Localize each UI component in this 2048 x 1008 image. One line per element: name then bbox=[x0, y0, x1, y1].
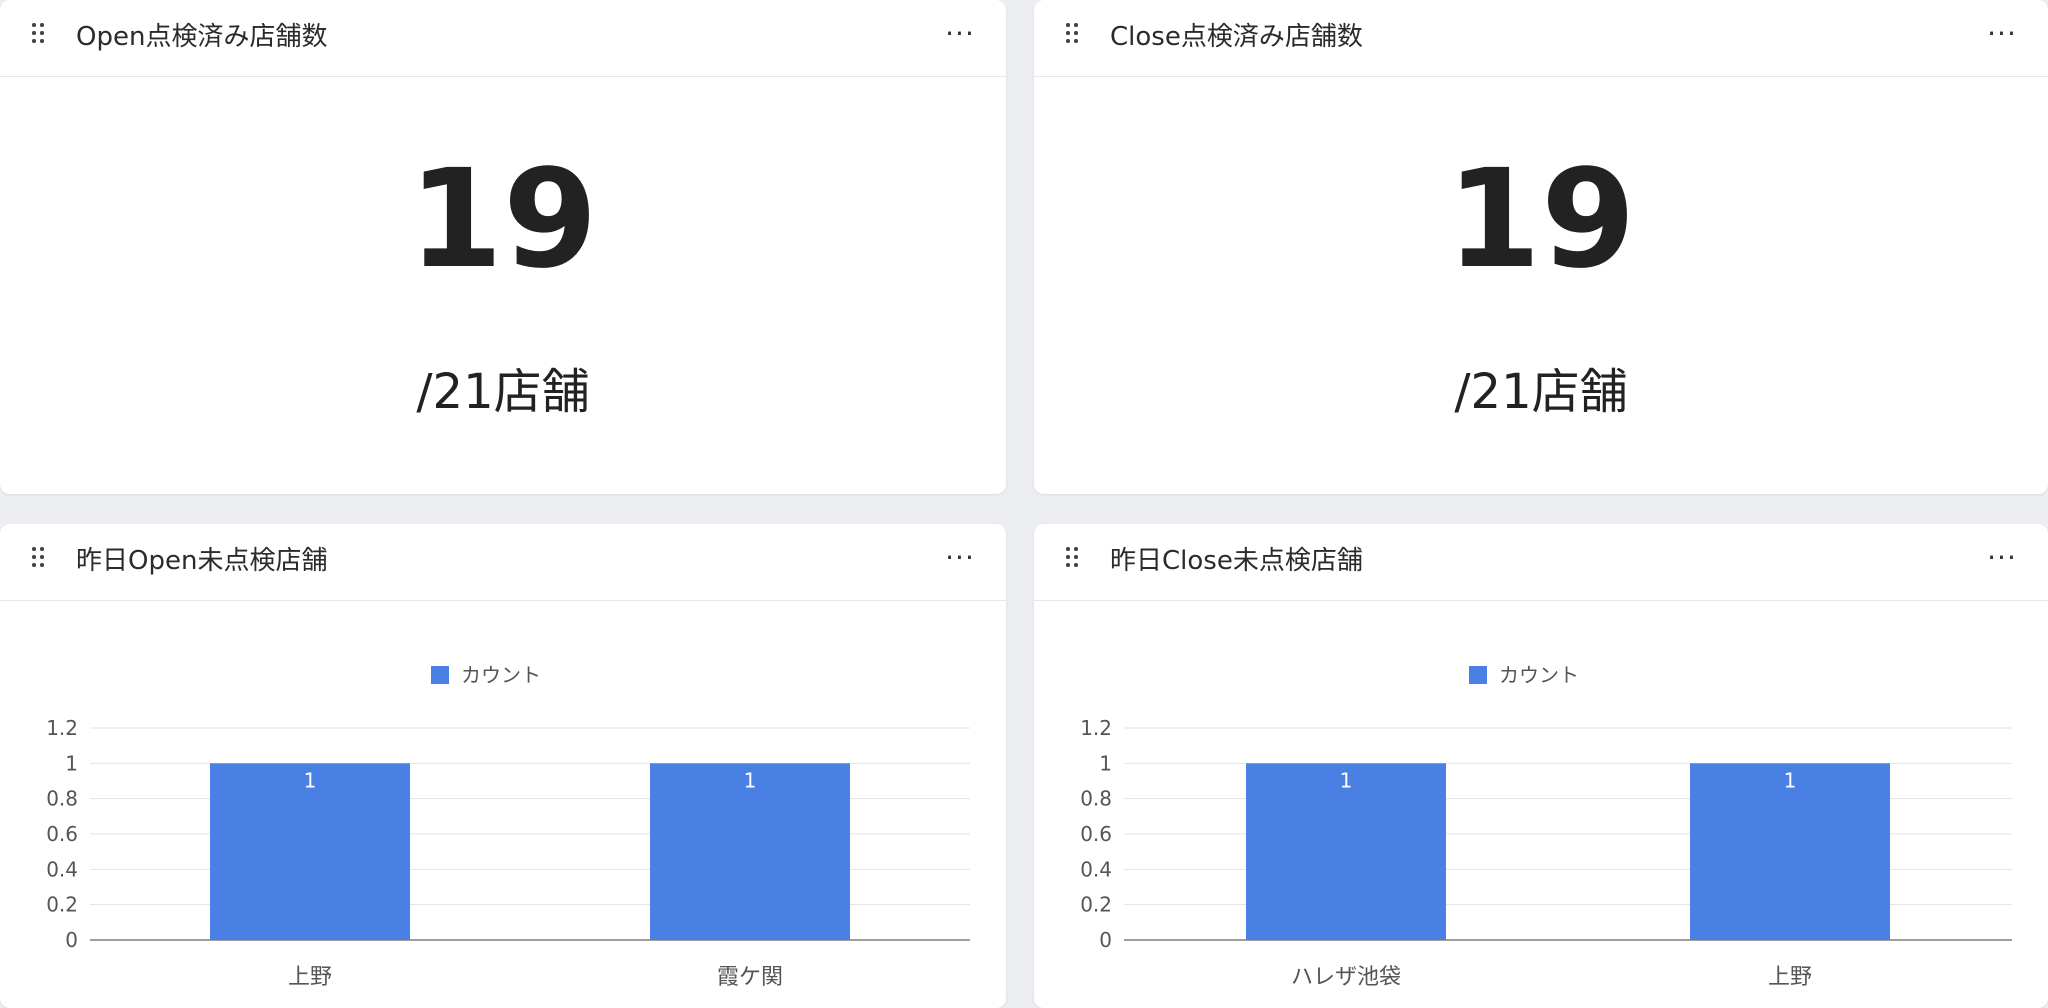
y-tick-label: 0.8 bbox=[46, 787, 78, 811]
drag-handle-icon[interactable] bbox=[32, 23, 48, 47]
card-title: Open点検済み店舗数 bbox=[76, 22, 328, 52]
data-label: 1 bbox=[304, 768, 317, 792]
y-tick-label: 0 bbox=[1099, 928, 1112, 952]
x-tick-label: 上野 bbox=[288, 965, 332, 990]
card-title: 昨日Close未点検店舗 bbox=[1110, 546, 1363, 576]
more-options-button[interactable]: ··· bbox=[940, 14, 980, 54]
more-options-button[interactable]: ··· bbox=[1982, 538, 2022, 578]
y-tick-label: 0.4 bbox=[46, 857, 78, 881]
card-header: Open点検済み店舗数 ··· bbox=[0, 0, 1006, 77]
y-tick-label: 0.6 bbox=[1080, 822, 1112, 846]
legend-swatch bbox=[431, 666, 449, 684]
y-tick-label: 0.2 bbox=[46, 893, 78, 917]
open-checked-card: Open点検済み店舗数 ··· 19 /21店舗 bbox=[0, 0, 1006, 494]
data-label: 1 bbox=[1340, 768, 1353, 792]
y-tick-label: 1 bbox=[1099, 751, 1112, 775]
legend-label: カウント bbox=[461, 663, 541, 687]
close-unchecked-card: 昨日Close未点検店舗 ··· カウント 0 0.2 0.4 0.6 0.8 1 1.2 1 ハ… bbox=[1034, 524, 2048, 1008]
checked-count: 19 bbox=[408, 141, 598, 299]
more-options-button[interactable]: ··· bbox=[1982, 14, 2022, 54]
y-tick-label: 0.4 bbox=[1080, 857, 1112, 881]
open-unchecked-card: 昨日Open未点検店舗 ··· カウント 0 0.2 0.4 0.6 0.8 1 1.2 1 上野… bbox=[0, 524, 1006, 1008]
card-title: 昨日Open未点検店舗 bbox=[76, 546, 328, 576]
card-header: Close点検済み店舗数 ··· bbox=[1034, 0, 2048, 77]
card-header: 昨日Open未点検店舗 ··· bbox=[0, 524, 1006, 601]
close-unchecked-bar-chart: カウント 0 0.2 0.4 0.6 0.8 1 1.2 1 ハレザ池袋 1 上野 bbox=[1080, 663, 2012, 990]
card-title: Close点検済み店舗数 bbox=[1110, 22, 1363, 52]
total-stores-text: /21店舗 bbox=[1454, 364, 1628, 420]
y-tick-label: 0.6 bbox=[46, 822, 78, 846]
more-options-button[interactable]: ··· bbox=[940, 538, 980, 578]
y-tick-label: 0 bbox=[65, 928, 78, 952]
legend-swatch bbox=[1469, 666, 1487, 684]
data-label: 1 bbox=[1784, 768, 1797, 792]
drag-handle-icon[interactable] bbox=[32, 547, 48, 571]
drag-handle-icon[interactable] bbox=[1066, 23, 1082, 47]
x-tick-label: ハレザ池袋 bbox=[1291, 965, 1401, 990]
legend-label: カウント bbox=[1499, 663, 1579, 687]
checked-count: 19 bbox=[1446, 141, 1636, 299]
x-tick-label: 霞ケ関 bbox=[717, 965, 783, 990]
y-tick-label: 0.2 bbox=[1080, 893, 1112, 917]
y-tick-label: 1 bbox=[65, 751, 78, 775]
chart-legend: カウント bbox=[1469, 663, 1579, 687]
drag-handle-icon[interactable] bbox=[1066, 547, 1082, 571]
card-header: 昨日Close未点検店舗 ··· bbox=[1034, 524, 2048, 601]
close-checked-card: Close点検済み店舗数 ··· 19 /21店舗 bbox=[1034, 0, 2048, 494]
y-tick-label: 1.2 bbox=[46, 716, 78, 740]
y-tick-label: 1.2 bbox=[1080, 716, 1112, 740]
open-unchecked-bar-chart: カウント 0 0.2 0.4 0.6 0.8 1 1.2 1 上野 1 霞ケ関 bbox=[46, 663, 970, 990]
total-stores-text: /21店舗 bbox=[416, 364, 590, 420]
y-tick-label: 0.8 bbox=[1080, 787, 1112, 811]
chart-legend: カウント bbox=[431, 663, 541, 687]
x-tick-label: 上野 bbox=[1768, 965, 1812, 990]
data-label: 1 bbox=[744, 768, 757, 792]
